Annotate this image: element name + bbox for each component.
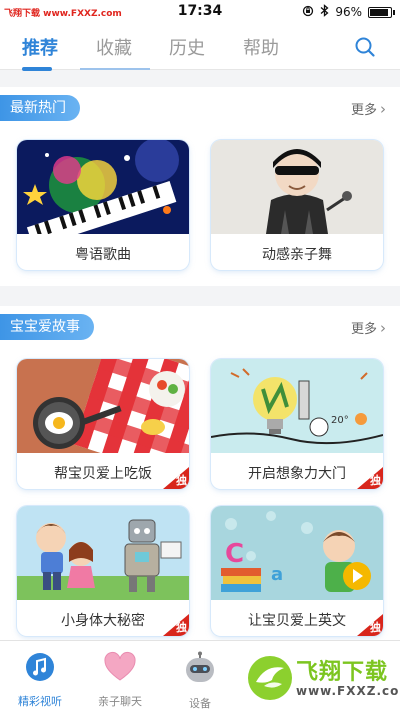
tab-scroll-line	[80, 68, 150, 70]
battery-icon	[368, 6, 395, 18]
bottom-nav-label: 设备	[189, 697, 211, 710]
card-title: 开启想象力大门	[248, 466, 346, 482]
content-card-body-secrets[interactable]: 独 小身体大秘密	[17, 506, 189, 636]
music-note-icon	[24, 653, 56, 687]
bottom-nav-device[interactable]: 设备	[160, 651, 240, 711]
card-title: 动感亲子舞	[262, 247, 332, 263]
content-card-cantonese-songs[interactable]: 粤语歌曲	[17, 140, 189, 270]
card-title: 小身体大秘密	[61, 613, 145, 629]
search-icon[interactable]	[354, 36, 376, 58]
section-hot: 最新热门 更多 › 粤语歌曲 动感亲子舞	[0, 87, 400, 286]
section-title: 宝宝爱故事	[0, 314, 94, 340]
svg-text:20°: 20°	[331, 415, 349, 426]
content-card-dance[interactable]: 动感亲子舞	[211, 140, 383, 270]
watermark-url: www.FXXZ.com	[296, 684, 400, 698]
more-label: 更多	[350, 322, 377, 337]
svg-text:a: a	[271, 564, 283, 585]
watermark-bird-icon	[248, 656, 292, 700]
more-label: 更多	[350, 103, 377, 118]
status-bar: 飞翔下载 www.FXXZ.com 17:34 96%	[0, 0, 400, 24]
svg-text:C: C	[225, 539, 244, 569]
card-title: 帮宝贝爱上吃饭	[54, 466, 152, 482]
top-tab-bar: 推荐 收藏 历史 帮助	[0, 24, 400, 71]
bottom-nav-chat[interactable]: 亲子聊天	[80, 651, 160, 709]
bluetooth-icon	[320, 4, 329, 20]
robot-icon	[182, 651, 218, 689]
heart-icon	[103, 651, 137, 687]
card-thumbnail	[17, 506, 189, 600]
card-thumbnail	[17, 359, 189, 453]
watermark-text: 飞翔下载	[296, 660, 389, 685]
card-thumbnail: 20°	[211, 359, 383, 453]
section-title: 最新热门	[0, 95, 80, 121]
tab-history[interactable]: 历史	[169, 34, 205, 60]
content-card-imagination[interactable]: 20° 独 开启想象力大门	[211, 359, 383, 489]
lock-rotation-icon	[302, 5, 314, 20]
card-title: 粤语歌曲	[75, 247, 131, 263]
more-link[interactable]: 更多 ›	[351, 99, 386, 118]
content-card-eating[interactable]: 独 帮宝贝爱上吃饭	[17, 359, 189, 489]
bottom-nav-label: 精彩视听	[18, 695, 62, 708]
watermark-logo: 飞翔下载 www.FXXZ.com	[244, 648, 400, 708]
chevron-right-icon: ›	[380, 319, 386, 337]
status-icons: 96%	[302, 4, 395, 20]
more-link[interactable]: 更多 ›	[351, 318, 386, 337]
chevron-right-icon: ›	[380, 100, 386, 118]
bottom-nav-media[interactable]: 精彩视听	[0, 651, 80, 709]
card-thumbnail: C a	[211, 506, 383, 600]
card-title: 让宝贝爱上英文	[248, 613, 346, 629]
tab-help[interactable]: 帮助	[243, 34, 279, 60]
active-tab-indicator	[22, 67, 52, 71]
section-stories: 宝宝爱故事 更多 › 独 帮宝贝爱上吃饭 20° 独 开启想象力大门 独 小身体…	[0, 306, 400, 640]
battery-percentage: 96%	[335, 5, 362, 19]
card-thumbnail	[211, 140, 383, 234]
bottom-nav-label: 亲子聊天	[98, 695, 142, 708]
card-thumbnail	[17, 140, 189, 234]
content-card-english[interactable]: C a 独 让宝贝爱上英文	[211, 506, 383, 636]
tab-favorites[interactable]: 收藏	[96, 34, 132, 60]
tab-recommend[interactable]: 推荐	[22, 34, 58, 60]
